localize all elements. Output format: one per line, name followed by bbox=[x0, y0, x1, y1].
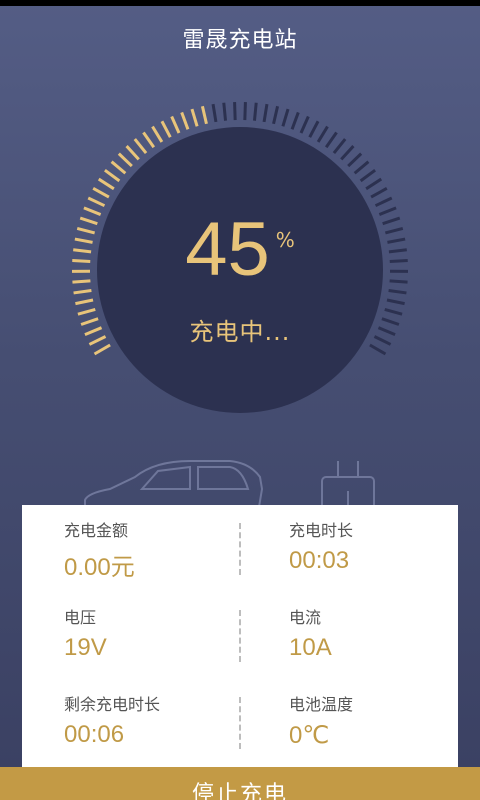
gauge-tick-filled bbox=[103, 168, 121, 183]
charge-amount-label: 充电金额 bbox=[64, 521, 129, 540]
voltage-value: 19V bbox=[64, 634, 107, 661]
info-row-remaining-temperature: 剩余充电时长 00:06 电池温度 0℃ bbox=[22, 679, 458, 766]
gauge-tick-filled bbox=[142, 131, 156, 149]
gauge-tick-filled bbox=[180, 111, 190, 130]
remaining-time-value: 00:06 bbox=[64, 721, 125, 748]
gauge-tick-filled bbox=[200, 105, 208, 125]
divider bbox=[239, 523, 241, 575]
gauge-tick-empty bbox=[233, 102, 237, 121]
gauge-tick-filled bbox=[75, 298, 94, 306]
gauge-tick-empty bbox=[374, 196, 393, 208]
gauge-tick-empty bbox=[316, 125, 329, 143]
gauge-tick-filled bbox=[170, 115, 181, 134]
divider bbox=[239, 697, 241, 749]
percent-unit: % bbox=[275, 228, 295, 252]
gauge-tick-empty bbox=[290, 111, 300, 130]
gauge-tick-empty bbox=[272, 105, 280, 125]
page-title: 雷晟充电站 bbox=[182, 28, 298, 53]
battery-temperature-label: 电池温度 bbox=[289, 695, 354, 714]
divider bbox=[239, 610, 241, 662]
gauge-tick-empty bbox=[211, 103, 218, 123]
gauge-tick-filled bbox=[92, 187, 110, 199]
remaining-time: 剩余充电时长 00:06 bbox=[64, 679, 264, 766]
gauge-tick-filled bbox=[97, 177, 115, 191]
voltage: 电压 19V bbox=[64, 592, 264, 679]
remaining-time-label: 剩余充电时长 bbox=[64, 695, 161, 714]
stop-charging-button[interactable]: 停止充电 bbox=[0, 767, 480, 800]
charge-amount-value: 0.00元 bbox=[64, 554, 135, 581]
gauge-tick-filled bbox=[87, 196, 106, 208]
gauge-tick-empty bbox=[388, 288, 407, 295]
charge-duration-label: 充电时长 bbox=[289, 521, 354, 540]
gauge-tick-filled bbox=[73, 288, 92, 295]
gauge-tick-empty bbox=[347, 152, 363, 168]
charging-screen: 雷晟充电站 45% 充电中... 充电金额 0.00元 充电时长 00:03 电… bbox=[0, 0, 480, 800]
current-label: 电流 bbox=[289, 608, 322, 627]
info-row-voltage-current: 电压 19V 电流 10A bbox=[22, 592, 458, 679]
charging-status: 充电中... bbox=[189, 318, 291, 346]
gauge-tick-empty bbox=[370, 187, 388, 199]
gauge-tick-empty bbox=[262, 103, 269, 123]
gauge-tick-filled bbox=[160, 120, 172, 138]
battery-temperature: 电池温度 0℃ bbox=[289, 679, 480, 766]
gauge-tick-filled bbox=[110, 160, 127, 175]
gauge-tick-empty bbox=[281, 108, 290, 127]
info-row-amount-duration: 充电金额 0.00元 充电时长 00:03 bbox=[22, 505, 458, 592]
status-bar bbox=[0, 0, 480, 6]
gauge-tick-empty bbox=[308, 120, 320, 138]
charge-amount: 充电金额 0.00元 bbox=[64, 505, 264, 592]
gauge-tick-empty bbox=[359, 168, 377, 183]
gauge-tick-filled bbox=[117, 152, 133, 168]
gauge-tick-empty bbox=[252, 102, 258, 121]
gauge-tick-empty bbox=[324, 131, 338, 149]
gauge-tick-empty bbox=[353, 160, 370, 175]
current: 电流 10A bbox=[289, 592, 480, 679]
gauge-tick-filled bbox=[133, 138, 148, 154]
gauge-tick-empty bbox=[365, 177, 383, 191]
gauge-tick-empty bbox=[299, 115, 310, 134]
charge-percentage: 45% bbox=[0, 210, 480, 290]
percent-value: 45 bbox=[185, 207, 270, 292]
current-value: 10A bbox=[289, 634, 332, 661]
voltage-label: 电压 bbox=[64, 608, 97, 627]
battery-temperature-value: 0℃ bbox=[289, 722, 330, 749]
gauge-tick-empty bbox=[332, 138, 347, 154]
gauge-tick-filled bbox=[190, 108, 199, 127]
gauge-tick-filled bbox=[151, 125, 164, 143]
gauge-tick-filled bbox=[125, 145, 140, 161]
charge-duration-value: 00:03 bbox=[289, 547, 350, 574]
charge-duration: 充电时长 00:03 bbox=[289, 505, 480, 592]
gauge-tick-empty bbox=[243, 102, 247, 121]
gauge-tick-empty bbox=[222, 102, 228, 121]
charging-info-card: 充电金额 0.00元 充电时长 00:03 电压 19V 电流 10A 剩余充电… bbox=[22, 505, 458, 767]
gauge-tick-empty bbox=[340, 145, 355, 161]
gauge-tick-empty bbox=[386, 298, 405, 306]
